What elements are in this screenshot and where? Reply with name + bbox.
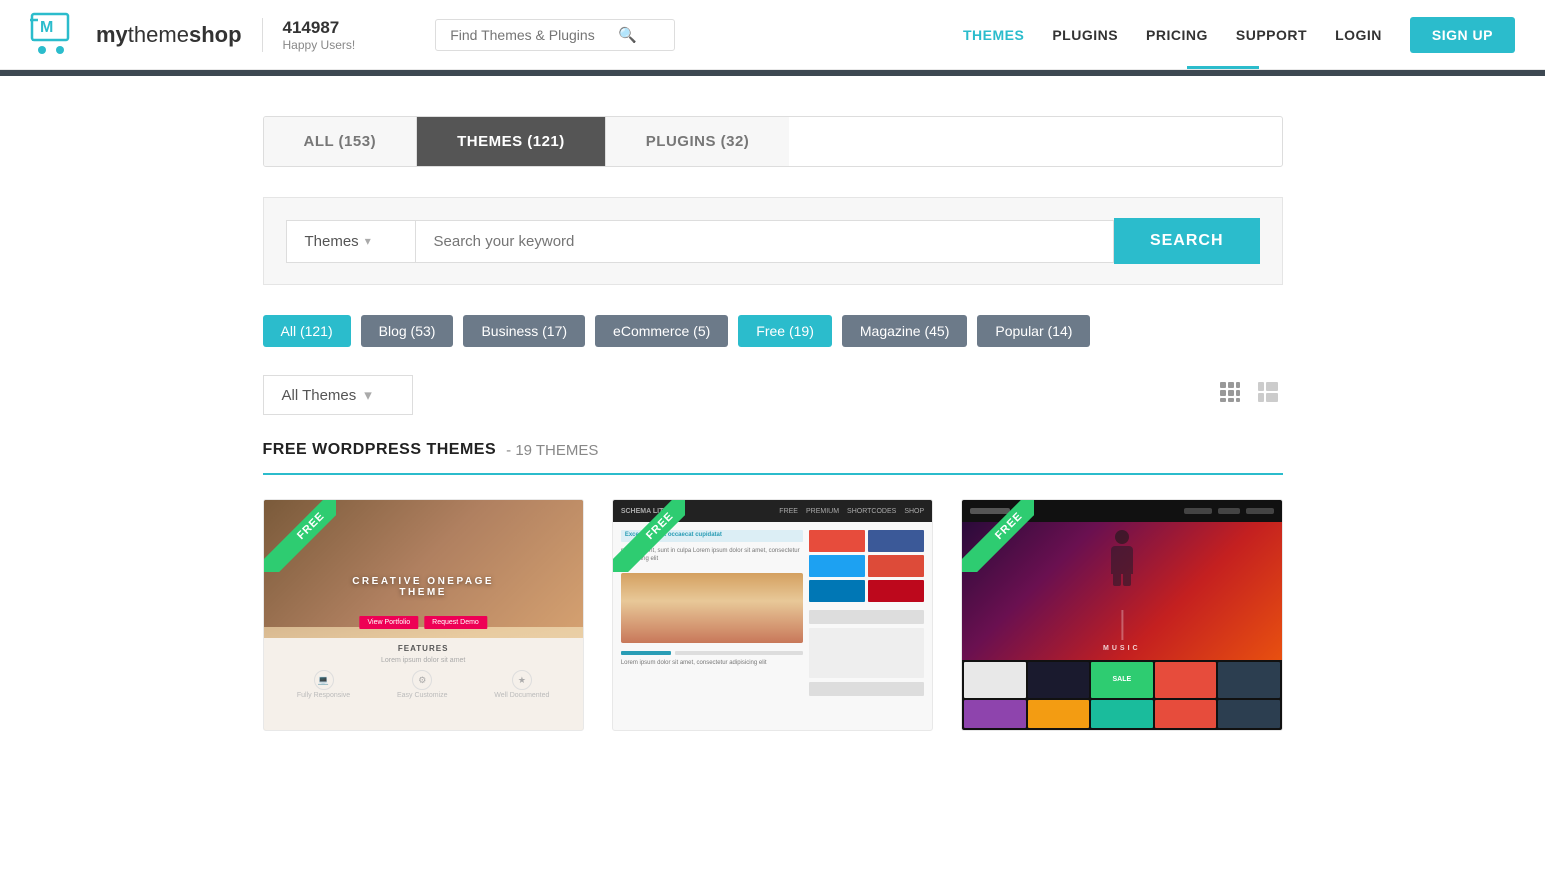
grid-cell bbox=[1028, 662, 1089, 698]
filter-blog[interactable]: Blog (53) bbox=[361, 315, 454, 347]
grid-cell bbox=[1155, 662, 1216, 698]
search-type-label: Themes bbox=[305, 233, 359, 250]
progress-bar bbox=[621, 651, 671, 655]
search-section: Themes ▾ SEARCH bbox=[263, 197, 1283, 285]
filter-tags: All (121) Blog (53) Business (17) eComme… bbox=[263, 315, 1283, 347]
main-nav: THEMES PLUGINS PRICING SUPPORT LOGIN SIG… bbox=[963, 17, 1515, 53]
nav-item: SHORTCODES bbox=[847, 508, 896, 515]
grid-cell: SALE bbox=[1091, 662, 1152, 698]
svg-text:M: M bbox=[40, 19, 53, 36]
nav-support[interactable]: SUPPORT bbox=[1236, 27, 1307, 43]
theme-card-image: MUSIC SALE bbox=[962, 500, 1281, 730]
sidebar-block bbox=[809, 682, 924, 696]
social-icon bbox=[809, 555, 865, 577]
themes-grid: CREATIVE ONEPAGE THEME FEATURES Lorem ip… bbox=[263, 499, 1283, 731]
social-icon bbox=[868, 530, 924, 552]
user-count-label: Happy Users! bbox=[283, 38, 356, 52]
sort-row: All Themes ▾ bbox=[263, 375, 1283, 415]
header: M mythemeshop 414987 Happy Users! 🔍 THEM… bbox=[0, 0, 1545, 70]
grid-cell bbox=[1218, 662, 1279, 698]
section-heading: FREE WORDPRESS THEMES - 19 THEMES bbox=[263, 441, 1283, 475]
header-search-input[interactable] bbox=[450, 27, 610, 43]
all-themes-dropdown[interactable]: All Themes ▾ bbox=[263, 375, 413, 415]
chevron-down-icon: ▾ bbox=[364, 386, 372, 404]
filter-business[interactable]: Business (17) bbox=[463, 315, 585, 347]
user-count-area: 414987 Happy Users! bbox=[262, 18, 356, 52]
list-view-icon[interactable] bbox=[1253, 377, 1283, 413]
filter-magazine[interactable]: Magazine (45) bbox=[842, 315, 968, 347]
grid-view-icon[interactable] bbox=[1215, 377, 1245, 413]
search-type-dropdown[interactable]: Themes ▾ bbox=[286, 220, 416, 263]
request-btn: Request Demo bbox=[424, 616, 487, 629]
feature-icon: ⚙ bbox=[412, 670, 432, 690]
chevron-down-icon: ▾ bbox=[365, 234, 371, 248]
theme-card[interactable]: CREATIVE ONEPAGE THEME FEATURES Lorem ip… bbox=[263, 499, 584, 731]
view-icons bbox=[1215, 377, 1283, 413]
filter-all[interactable]: All (121) bbox=[263, 315, 351, 347]
nav-block bbox=[1184, 508, 1212, 514]
filter-ecommerce[interactable]: eCommerce (5) bbox=[595, 315, 728, 347]
nav-pricing[interactable]: PRICING bbox=[1146, 27, 1208, 43]
sidebar-block bbox=[809, 610, 924, 624]
theme-card-image: SCHEMA LITE FREE PREMIUM SHORTCODES SHOP bbox=[613, 500, 932, 730]
desc-text: Lorem ipsum dolor sit amet, consectetur … bbox=[621, 660, 803, 666]
signup-button[interactable]: SIGN UP bbox=[1410, 17, 1515, 53]
nav-item: FREE bbox=[779, 508, 798, 515]
grid-cell bbox=[1028, 700, 1089, 729]
card-image bbox=[621, 573, 803, 643]
filter-free[interactable]: Free (19) bbox=[738, 315, 832, 347]
logo-icon: M bbox=[30, 12, 82, 58]
theme-card[interactable]: MUSIC SALE bbox=[961, 499, 1282, 731]
filter-popular[interactable]: Popular (14) bbox=[977, 315, 1090, 347]
tab-all[interactable]: ALL (153) bbox=[264, 117, 418, 166]
search-button[interactable]: SEARCH bbox=[1114, 218, 1260, 264]
sidebar-block bbox=[809, 628, 924, 678]
tab-bar: ALL (153) THEMES (121) PLUGINS (32) bbox=[263, 116, 1283, 167]
section-title: FREE WORDPRESS THEMES bbox=[263, 441, 497, 459]
social-icon bbox=[868, 555, 924, 577]
music-label: MUSIC bbox=[1103, 645, 1141, 652]
grid-cell bbox=[964, 700, 1025, 729]
grid-cell bbox=[1091, 700, 1152, 729]
demo-btn: View Portfolio bbox=[359, 616, 418, 629]
search-icon: 🔍 bbox=[618, 26, 637, 44]
free-badge bbox=[613, 500, 685, 572]
logo-text: mythemeshop bbox=[96, 22, 242, 48]
feature-label: Well Documented bbox=[494, 692, 549, 699]
main-content: ALL (153) THEMES (121) PLUGINS (32) Them… bbox=[243, 76, 1303, 791]
feature-icon: 💻 bbox=[314, 670, 334, 690]
free-badge bbox=[962, 500, 1034, 572]
nav-plugins[interactable]: PLUGINS bbox=[1052, 27, 1118, 43]
theme-overlay-text: CREATIVE ONEPAGE THEME bbox=[343, 576, 503, 598]
logo[interactable]: M mythemeshop bbox=[30, 12, 242, 58]
social-icon bbox=[809, 580, 865, 602]
social-icon bbox=[868, 580, 924, 602]
user-count-number: 414987 bbox=[283, 18, 356, 38]
grid-cell bbox=[1155, 700, 1216, 729]
nav-block bbox=[1218, 508, 1240, 514]
search-keyword-input[interactable] bbox=[416, 220, 1114, 263]
feature-icon: ★ bbox=[512, 670, 532, 690]
features-label: FEATURES bbox=[274, 644, 573, 653]
tab-themes[interactable]: THEMES (121) bbox=[417, 117, 606, 166]
header-search-bar[interactable]: 🔍 bbox=[435, 19, 675, 51]
nav-login[interactable]: LOGIN bbox=[1335, 27, 1382, 43]
theme-card[interactable]: SCHEMA LITE FREE PREMIUM SHORTCODES SHOP bbox=[612, 499, 933, 731]
social-icon bbox=[809, 530, 865, 552]
section-count: - 19 THEMES bbox=[506, 442, 598, 459]
theme-card-image: CREATIVE ONEPAGE THEME FEATURES Lorem ip… bbox=[264, 500, 583, 730]
tab-plugins[interactable]: PLUGINS (32) bbox=[606, 117, 790, 166]
progress-bar bbox=[675, 651, 803, 655]
grid-cell bbox=[1218, 700, 1279, 729]
nav-item: PREMIUM bbox=[806, 508, 839, 515]
grid-cell bbox=[964, 662, 1025, 698]
nav-active-underline bbox=[1187, 66, 1259, 69]
feature-label: Easy Customize bbox=[397, 692, 448, 699]
sort-label: All Themes bbox=[282, 387, 357, 404]
feature-label: Fully Responsive bbox=[297, 692, 350, 699]
free-badge bbox=[264, 500, 336, 572]
nav-themes[interactable]: THEMES bbox=[963, 27, 1024, 43]
nav-block bbox=[1246, 508, 1274, 514]
nav-item: SHOP bbox=[904, 508, 924, 515]
